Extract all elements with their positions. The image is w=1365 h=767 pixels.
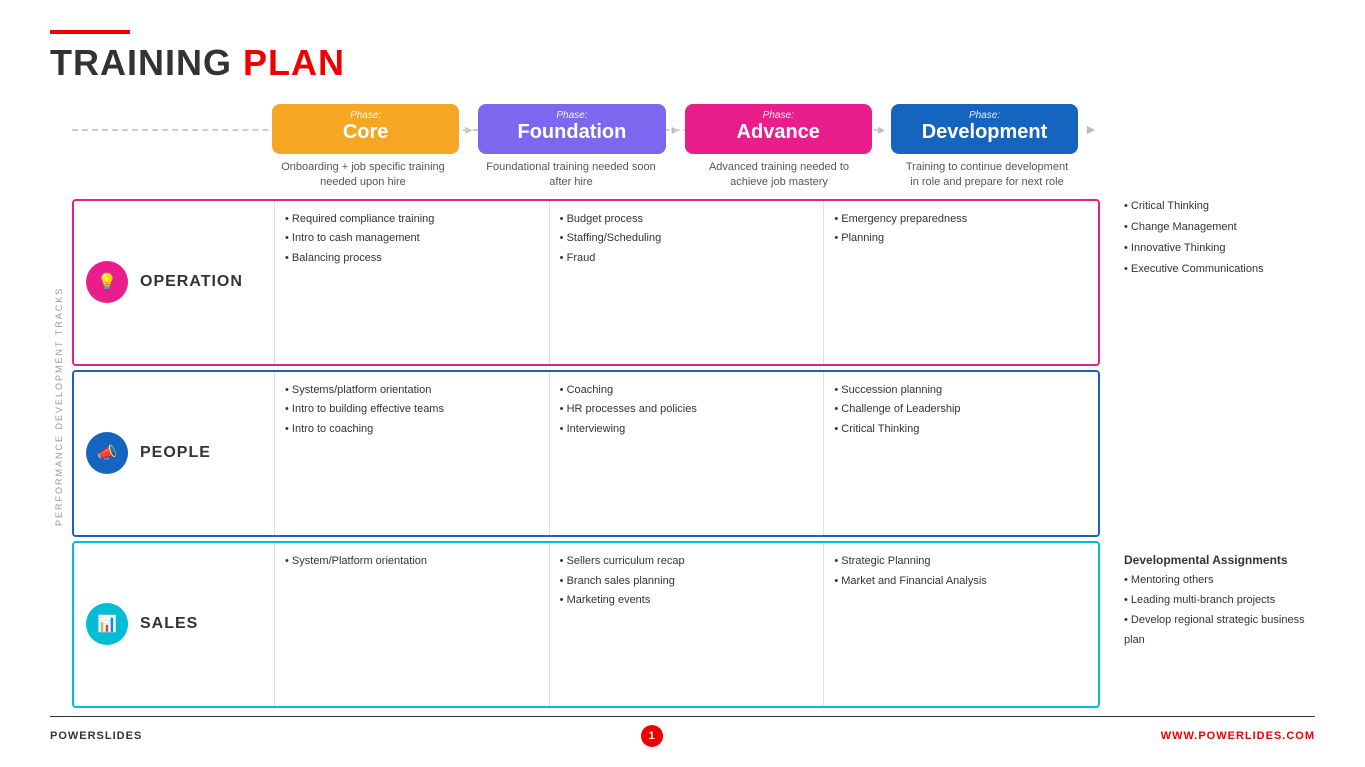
development-column: • Critical Thinking • Change Management … — [1100, 104, 1315, 708]
desc-advance: Advanced training needed to achieve job … — [688, 158, 870, 193]
list-item: Planning — [834, 230, 1088, 248]
list-item: • Innovative Thinking — [1124, 238, 1309, 259]
operation-icon: 💡 — [86, 261, 128, 303]
table-container: Phase: Core ▸ Phase: Foundation ▸ Phase:… — [72, 104, 1100, 708]
footer-brand-left: POWERSLIDES — [50, 730, 142, 742]
footer-center: 1 — [641, 725, 663, 747]
main-content: PERFORMANCE DEVELOPMENT TRACKS Phase: Co… — [50, 104, 1315, 708]
page: TRAINING PLAN PERFORMANCE DEVELOPMENT TR… — [0, 0, 1365, 767]
list-item: Intro to coaching — [285, 421, 539, 439]
list-item: Coaching — [560, 382, 814, 400]
sales-label-cell: 📊 SALES — [74, 543, 274, 706]
list-item: Emergency preparedness — [834, 211, 1088, 229]
list-item: Staffing/Scheduling — [560, 230, 814, 248]
page-title: TRAINING PLAN — [50, 42, 1315, 84]
people-foundation: Coaching HR processes and policies Inter… — [549, 372, 824, 535]
grid-rows: 💡 OPERATION Required compliance training… — [72, 199, 1100, 708]
title-part2: PLAN — [243, 42, 345, 83]
phase-dev-label: Phase: — [901, 110, 1068, 121]
footer: POWERSLIDES 1 WWW.POWERLIDES.COM — [50, 716, 1315, 747]
list-item: • Executive Communications — [1124, 259, 1309, 280]
list-item: Sellers curriculum recap — [560, 553, 814, 571]
phase-advance-title: Advance — [737, 121, 820, 143]
phase-foundation: Phase: Foundation — [478, 104, 665, 154]
list-item: HR processes and policies — [560, 401, 814, 419]
list-item: Required compliance training — [285, 211, 539, 229]
desc-core: Onboarding + job specific training neede… — [272, 158, 454, 193]
people-icon: 📣 — [86, 432, 128, 474]
list-item: Branch sales planning — [560, 573, 814, 591]
list-item: Market and Financial Analysis — [834, 573, 1088, 591]
dev-assignments-title: Developmental Assignments — [1124, 553, 1309, 567]
people-name: PEOPLE — [140, 444, 211, 462]
list-item: Strategic Planning — [834, 553, 1088, 571]
sales-foundation: Sellers curriculum recap Branch sales pl… — [549, 543, 824, 706]
list-item: Intro to cash management — [285, 230, 539, 248]
list-item: Succession planning — [834, 382, 1088, 400]
footer-brand-right: WWW.POWERLIDES.COM — [1161, 730, 1315, 742]
sales-core: System/Platform orientation — [274, 543, 549, 706]
operation-label-cell: 💡 OPERATION — [74, 201, 274, 364]
accent-line — [50, 30, 130, 34]
people-core: Systems/platform orientation Intro to bu… — [274, 372, 549, 535]
page-number: 1 — [641, 725, 663, 747]
arrow-4: ► — [1082, 121, 1100, 137]
phase-core-label: Phase: — [282, 110, 449, 121]
operation-foundation: Budget process Staffing/Scheduling Fraud — [549, 201, 824, 364]
desc-foundation: Foundational training needed soon after … — [480, 158, 662, 193]
dev-operation-section: • Critical Thinking • Change Management … — [1118, 188, 1315, 359]
phase-advance: Phase: Advance — [685, 104, 872, 154]
operation-advance: Emergency preparedness Planning — [823, 201, 1098, 364]
list-item: System/Platform orientation — [285, 553, 539, 571]
phase-core: Phase: Core — [272, 104, 459, 154]
phase-foundation-title: Foundation — [518, 121, 627, 143]
list-item: Critical Thinking — [834, 421, 1088, 439]
sales-advance: Strategic Planning Market and Financial … — [823, 543, 1098, 706]
list-item: Intro to building effective teams — [285, 401, 539, 419]
vertical-track-label: PERFORMANCE DEVELOPMENT TRACKS — [50, 104, 68, 708]
track-row-people: 📣 PEOPLE Systems/platform orientation In… — [72, 370, 1100, 537]
operation-name: OPERATION — [140, 273, 243, 291]
people-advance: Succession planning Challenge of Leaders… — [823, 372, 1098, 535]
list-item: • Change Management — [1124, 217, 1309, 238]
phase-dev-title: Development — [922, 121, 1048, 143]
track-row-operation: 💡 OPERATION Required compliance training… — [72, 199, 1100, 366]
list-item: Fraud — [560, 250, 814, 268]
dev-people-section — [1118, 363, 1315, 534]
list-item: Budget process — [560, 211, 814, 229]
track-row-sales: 📊 SALES System/Platform orientation Sell… — [72, 541, 1100, 708]
phase-foundation-label: Phase: — [488, 110, 655, 121]
list-item: Balancing process — [285, 250, 539, 268]
desc-development: Training to continue development in role… — [896, 158, 1078, 193]
list-item: Interviewing — [560, 421, 814, 439]
list-item: Systems/platform orientation — [285, 382, 539, 400]
phase-core-title: Core — [343, 121, 389, 143]
title-part1: TRAINING — [50, 42, 243, 83]
sales-icon: 📊 — [86, 603, 128, 645]
list-item: • Leading multi-branch projects — [1124, 591, 1309, 611]
people-label-cell: 📣 PEOPLE — [74, 372, 274, 535]
list-item: • Develop regional strategic business pl… — [1124, 611, 1309, 651]
list-item: • Mentoring others — [1124, 571, 1309, 591]
list-item: Marketing events — [560, 592, 814, 610]
list-item: Challenge of Leadership — [834, 401, 1088, 419]
operation-core: Required compliance training Intro to ca… — [274, 201, 549, 364]
sales-name: SALES — [140, 615, 198, 633]
phase-development: Phase: Development — [891, 104, 1078, 154]
phase-advance-label: Phase: — [695, 110, 862, 121]
list-item: • Critical Thinking — [1124, 196, 1309, 217]
dev-sales-section: Developmental Assignments • Mentoring ot… — [1118, 537, 1315, 708]
